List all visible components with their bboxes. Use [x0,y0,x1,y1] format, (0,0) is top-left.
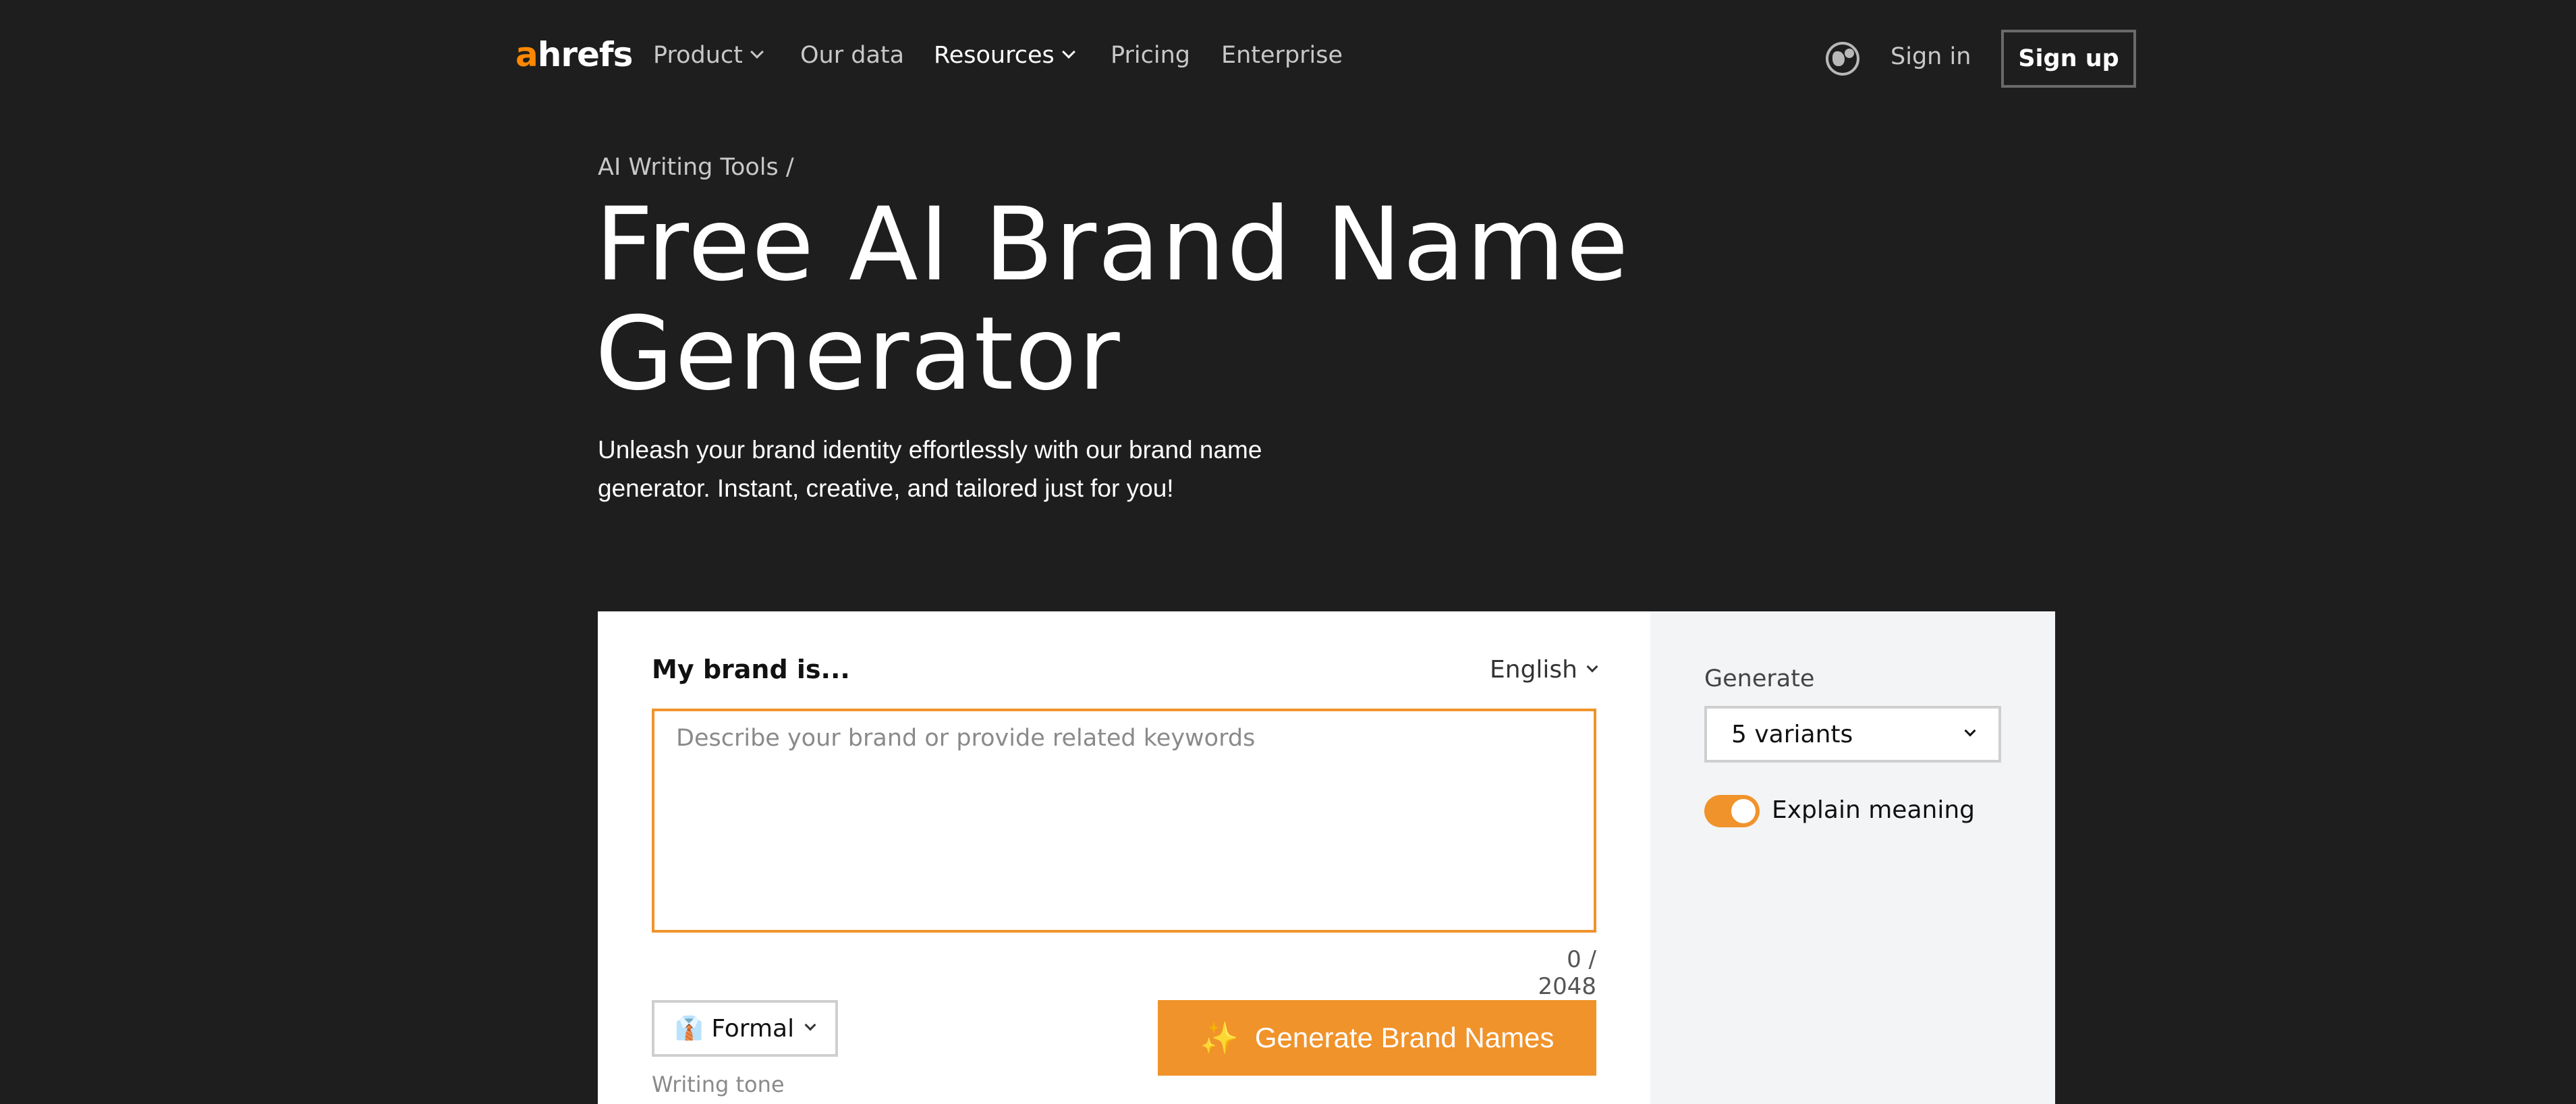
chevron-down-icon [1586,661,1598,672]
chevron-down-icon [750,45,764,59]
nav-item-label: Pricing [1111,42,1190,69]
top-nav: ahrefs Product Our data Resources Pricin… [0,0,2576,116]
character-counter: 0 / 2048 [1538,946,1596,1000]
nav-item-product[interactable]: Product [653,42,764,69]
tone-value: Formal [711,1014,795,1043]
nav-item-resources[interactable]: Resources [934,42,1075,69]
chevron-down-icon [1061,45,1075,59]
language-value: English [1490,656,1577,684]
globe-icon[interactable] [1826,42,1859,76]
nav-item-label: Enterprise [1221,42,1343,69]
brand-description-input[interactable] [652,709,1596,933]
writing-tone-label: Writing tone [652,1072,785,1097]
explain-meaning-label[interactable]: Explain meaning [1772,796,1975,824]
page-title: Free AI Brand Name Generator [595,186,1630,413]
generate-brand-names-button[interactable]: ✨ Generate Brand Names [1158,1000,1596,1076]
explain-meaning-toggle[interactable] [1704,795,1760,827]
nav-item-label: Product [653,42,743,69]
generate-button-label: Generate Brand Names [1254,1022,1555,1053]
page: ahrefs Product Our data Resources Pricin… [0,0,2576,1104]
generator-card: My brand is... English 0 / 2048 👔 Formal… [598,611,1650,1104]
nav-item-our-data[interactable]: Our data [800,42,904,69]
page-subtitle: Unleash your brand identity effortlessly… [598,436,1262,502]
necktie-icon: 👔 [675,1015,704,1042]
breadcrumb[interactable]: AI Writing Tools / [598,154,794,181]
writing-tone-select[interactable]: 👔 Formal [652,1000,838,1057]
chevron-down-icon [804,1019,816,1031]
sign-in-link[interactable]: Sign in [1891,43,1971,70]
ahrefs-logo[interactable]: ahrefs [515,35,633,74]
options-panel: Generate 5 variants Explain meaning [1650,611,2055,1104]
toggle-knob [1731,799,1756,823]
chevron-down-icon [1964,725,1976,737]
nav-item-label: Our data [800,42,905,69]
brand-input-label: My brand is... [652,655,850,684]
generate-label: Generate [1704,665,1815,692]
nav-item-label: Resources [934,42,1055,69]
sign-up-button[interactable]: Sign up [2001,30,2136,88]
variants-select[interactable]: 5 variants [1704,706,2001,763]
language-select[interactable]: English [1490,656,1598,684]
sparkles-icon: ✨ [1200,1020,1239,1055]
variants-value: 5 variants [1731,720,1853,748]
nav-item-enterprise[interactable]: Enterprise [1221,42,1343,69]
nav-item-pricing[interactable]: Pricing [1111,42,1190,69]
